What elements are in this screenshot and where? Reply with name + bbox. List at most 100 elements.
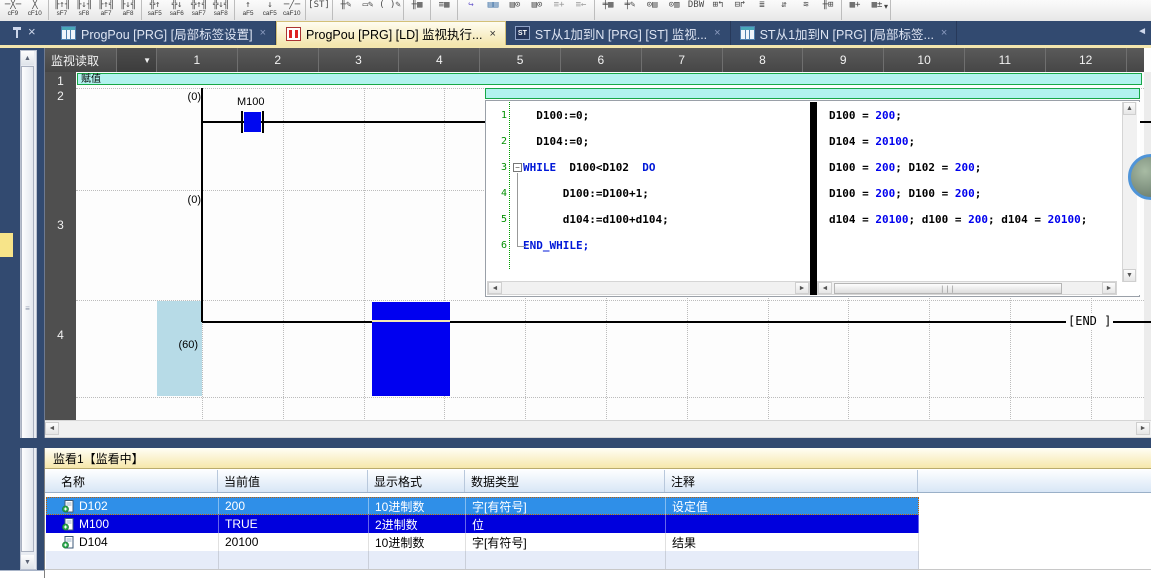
rung-comment[interactable]: 赋值 — [77, 73, 1142, 85]
st-code-text: END_WHILE; — [523, 239, 589, 252]
panel-close-icon[interactable]: × — [28, 24, 36, 40]
toolbar-icon-9-10[interactable]: ╫⊞ — [817, 0, 839, 20]
toolbar-icon-saF8[interactable]: ╬↓╣saF8 — [210, 0, 232, 20]
monitor-line-2: D104 = 20100; — [817, 128, 1140, 154]
toolbar-icon-5-0[interactable]: ╫✎ — [335, 0, 357, 20]
watch-row-D104[interactable]: D1042010010进制数字[有符号]结果 — [46, 533, 919, 551]
toolbar-icon-9-8[interactable]: ⇵ — [773, 0, 795, 20]
dock-scrollbar[interactable]: ▲ ≡ ▼ — [20, 50, 37, 570]
toolbar-icon-aF8[interactable]: ╟↓╣aF8 — [117, 0, 139, 20]
toolbar-icon-8-5[interactable]: ≡← — [570, 0, 592, 20]
dock-scroll-thumb[interactable]: ≡ — [21, 66, 34, 552]
toolbar-icon-10-0[interactable]: ▦+ — [844, 0, 866, 20]
document-tabbar: × ProgPou [PRG] [局部标签设置]×ProgPou [PRG] [… — [0, 21, 1151, 45]
tab-3[interactable]: STST从1加到N [PRG] [ST] 监视...× — [506, 21, 731, 45]
st-scroll-left-icon[interactable]: ◄ — [488, 282, 502, 294]
toolbar-icon-7-0[interactable]: ≡▦ — [433, 0, 455, 20]
dock-scroll-down-icon[interactable]: ▼ — [21, 555, 34, 569]
toolbar-icon-cF9[interactable]: ─╳─cF9 — [2, 0, 24, 20]
fold-collapse-icon[interactable]: − — [513, 163, 522, 172]
toolbar-icon-aF5[interactable]: ↑aF5 — [237, 0, 259, 20]
st-box-statement-bar[interactable] — [485, 88, 1140, 99]
scroll-thumb-grip: ||| — [940, 285, 956, 293]
toolbar-icon-8-4[interactable]: ≡+ — [548, 0, 570, 20]
selected-st-box[interactable] — [372, 302, 450, 396]
st-line-2[interactable]: 2 D104:=0; — [487, 128, 810, 154]
toolbar-icon-sF8[interactable]: ╟↓╢sF8 — [73, 0, 95, 20]
toolbar-icon-9-6[interactable]: ⊟↱ — [729, 0, 751, 20]
dock-tab-highlight[interactable] — [0, 233, 13, 257]
st-code-text: d104:=d100+d104; — [523, 213, 669, 226]
tab-close-icon[interactable]: × — [260, 27, 266, 39]
toolbar-icon-saF6[interactable]: ╬↓saF6 — [166, 0, 188, 20]
pin-icon[interactable] — [12, 27, 22, 39]
dock-scroll-up-icon[interactable]: ▲ — [21, 51, 34, 65]
toolbar-icon-sF7[interactable]: ╟↑╢sF7 — [51, 0, 73, 20]
energized-wire — [372, 320, 450, 322]
monitor-scroll-thumb[interactable]: ||| — [834, 283, 1062, 294]
st-code-editor[interactable]: 1 D100:=0;2 D104:=0;3WHILE D100<D102 DO4… — [487, 102, 810, 295]
toolbar-icon-saF5[interactable]: ╬↑saF5 — [144, 0, 166, 20]
monitor-hscrollbar[interactable]: ◄ ||| ► — [817, 281, 1117, 295]
toolbar-icon-9-1[interactable]: ╪✎ — [619, 0, 641, 20]
monitor-scroll-up-icon[interactable]: ▲ — [1123, 102, 1136, 115]
cell-fmt: 10进制数 — [369, 497, 466, 515]
ladder-scroll-right-icon[interactable]: ► — [1136, 422, 1150, 435]
toolbar-icon-5-2[interactable]: ( )✎ — [379, 0, 401, 20]
pane-divider[interactable] — [810, 102, 817, 295]
tab-4[interactable]: ST从1加到N [PRG] [局部标签...× — [731, 21, 958, 45]
st-hscrollbar[interactable]: ◄ ► — [487, 281, 810, 295]
st-line-6[interactable]: 6END_WHILE; — [487, 232, 810, 258]
monitor-mode-combo[interactable]: ▼ — [117, 48, 157, 72]
toolbar-icon-9-0[interactable]: ╪▦ — [597, 0, 619, 20]
toolbar-icon-9-9[interactable]: ≋ — [795, 0, 817, 20]
st-scroll-right-icon[interactable]: ► — [795, 282, 809, 294]
monitor-scroll-down-icon[interactable]: ▼ — [1123, 269, 1136, 282]
tab-2[interactable]: ProgPou [PRG] [LD] 监视执行...× — [276, 21, 506, 45]
rung3-step-number: (0) — [141, 194, 201, 206]
tab-scroll-left-icon[interactable]: ◄ — [1137, 26, 1147, 37]
ladder-column-header-9: 9 — [803, 48, 884, 72]
st-line-5[interactable]: 5 d104:=d100+d104; — [487, 206, 810, 232]
toolbar-icon-8-0[interactable]: ↪ — [460, 0, 482, 20]
rung4-step-number: (60) — [138, 339, 198, 351]
toolbar-icon-6-0[interactable]: ╫▦ — [406, 0, 428, 20]
toolbar-icon-5-1[interactable]: ▭✎ — [357, 0, 379, 20]
toolbar-icon-8-3[interactable]: ▤⊙ — [526, 0, 548, 20]
cell-name: M100 — [46, 515, 219, 533]
toolbar-icon-9-5[interactable]: ⊞↰ — [707, 0, 729, 20]
toolbar-icon-saF7[interactable]: ╬↑╣saF7 — [188, 0, 210, 20]
monitor-scroll-left-icon[interactable]: ◄ — [818, 282, 832, 294]
monitor-scroll-right-icon[interactable]: ► — [1102, 282, 1116, 294]
toolbar-icon-4-0[interactable]: [ST] — [308, 0, 330, 20]
toolbar-icon-caF10[interactable]: ─╱─caF10 — [281, 0, 303, 20]
toolbar-icon-9-4[interactable]: DBW — [685, 0, 707, 20]
row-separator — [76, 397, 1144, 398]
toolbar-icon-9-7[interactable]: ≣ — [751, 0, 773, 20]
st-line-3[interactable]: 3WHILE D100<D102 DO — [487, 154, 810, 180]
toolbar-icon-caF5[interactable]: ↓caF5 — [259, 0, 281, 20]
tab-1[interactable]: ProgPou [PRG] [局部标签设置]× — [52, 21, 276, 45]
contact-m100-on[interactable] — [244, 112, 261, 132]
st-file-icon: ST — [515, 26, 530, 40]
toolbar-icon-9-2[interactable]: ⊙▤ — [641, 0, 663, 20]
toolbar-icon-9-3[interactable]: ⊙▥ — [663, 0, 685, 20]
watch-row-D102[interactable]: D10220010进制数字[有符号]设定值 — [46, 497, 919, 515]
toolbar-overflow-icon[interactable]: ▾ — [884, 2, 888, 11]
toolbar-icon-8-1[interactable]: ▤▤ — [482, 0, 504, 20]
toolbar-icon-cF10[interactable]: ╳cF10 — [24, 0, 46, 20]
st-line-4[interactable]: 4 D100:=D100+1; — [487, 180, 810, 206]
tab-close-icon[interactable]: × — [941, 27, 947, 39]
watch-row-M100[interactable]: M100TRUE2进制数位 — [46, 515, 919, 533]
ladder-scroll-left-icon[interactable]: ◄ — [45, 422, 59, 435]
tab-close-icon[interactable]: × — [489, 28, 495, 40]
toolbar-icon-8-2[interactable]: ▤⊙ — [504, 0, 526, 20]
end-instruction[interactable]: [END ] — [1066, 313, 1113, 329]
watch-row-empty[interactable] — [46, 551, 919, 569]
watch-header-filler — [918, 470, 1151, 492]
tab-close-icon[interactable]: × — [714, 27, 720, 39]
ladder-hscrollbar[interactable]: ◄ ► — [45, 420, 1151, 438]
st-line-1[interactable]: 1 D100:=0; — [487, 102, 810, 128]
device-icon — [62, 518, 75, 531]
toolbar-icon-aF7[interactable]: ╟↑╣aF7 — [95, 0, 117, 20]
